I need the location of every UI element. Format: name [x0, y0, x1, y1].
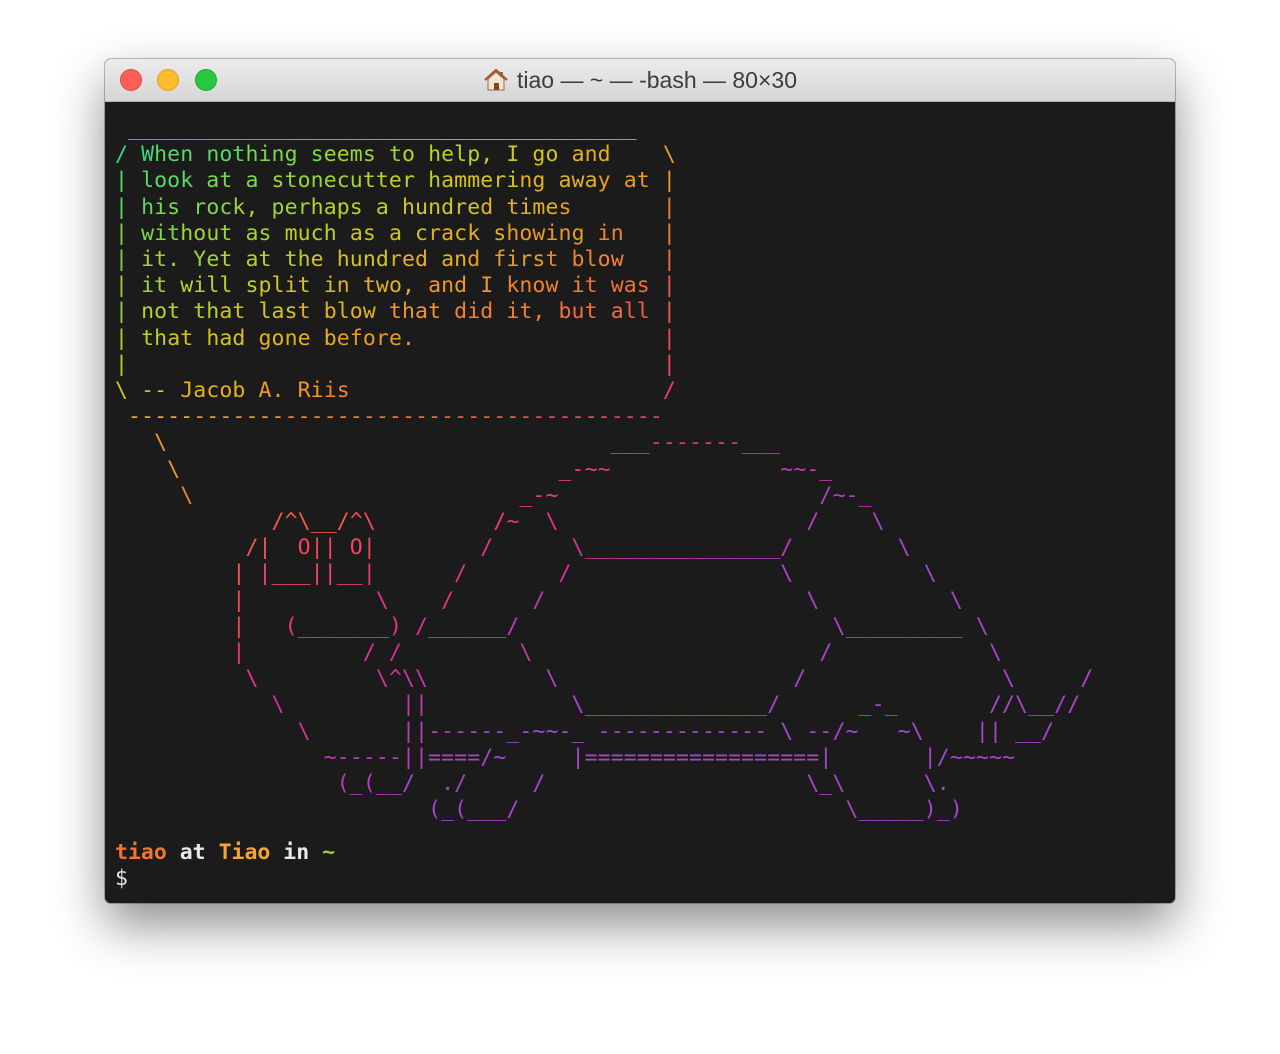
art-line: | look at a stonecutter hammering away a… [115, 168, 676, 194]
art-line: (_(___/ \_____)_) [336, 797, 963, 823]
art-line: \ ||------_-~~-_ ------------- \ --/~ ~\… [232, 718, 1055, 744]
art-line: | not that last blow that did it, but al… [115, 299, 676, 325]
art-line: | without as much as a crack showing in … [115, 220, 676, 246]
cowsay-output: _______________________________________ … [115, 116, 1093, 823]
prompt-in: in [270, 840, 323, 865]
art-line: | it. Yet at the hundred and first blow … [115, 247, 676, 273]
art-line: /| O|| O| / \_______________/ \ [219, 535, 911, 561]
terminal-window: tiao — ~ — -bash — 80×30 _______________… [105, 59, 1175, 903]
window-title-text: tiao — ~ — -bash — 80×30 [517, 66, 797, 93]
art-line: \ ___-------___ [154, 430, 781, 456]
window-title: tiao — ~ — -bash — 80×30 [105, 59, 1175, 101]
art-line: | | [115, 351, 676, 377]
art-line: | |___||__| / / \ \ [180, 561, 937, 587]
art-line: (_(__/ ./ / \_\ \. [310, 771, 950, 797]
art-line: | \ / / \ \ [206, 587, 963, 613]
art-line: / When nothing seems to help, I go and \ [115, 142, 676, 168]
art-line: | / / \ / \ [206, 640, 1003, 666]
home-icon [483, 68, 509, 92]
terminal-content[interactable]: _______________________________________ … [105, 102, 1175, 903]
art-line: | his rock, perhaps a hundred times | [115, 194, 676, 220]
art-line: ----------------------------------------… [115, 404, 663, 430]
art-line: _______________________________________ [115, 116, 637, 141]
prompt-at: at [166, 840, 219, 865]
shell-prompt: tiao at Tiao in ~ [115, 840, 335, 866]
art-line: \ -- Jacob A. Riis / [115, 378, 676, 404]
art-line: \ \^\\ \ / \ / [245, 666, 1094, 692]
art-line: | (_______) /______/ \_________ \ [167, 613, 989, 639]
art-line: \ _-~ /~-_ [141, 482, 872, 508]
prompt-host: Tiao [218, 840, 271, 865]
art-line: ~-----||====/~ |==================| |/~~… [271, 744, 1016, 770]
art-line: /^\__/^\ /~ \ / \ [258, 509, 885, 535]
art-line: \ || \______________/ _-_ //\__// [271, 692, 1081, 718]
art-line: | it will split in two, and I know it wa… [115, 273, 676, 299]
command-line[interactable]: $ [115, 866, 141, 892]
art-line: | that had gone before. | [115, 325, 676, 351]
prompt-dir: ~ [322, 840, 336, 865]
prompt-user: tiao [115, 840, 167, 865]
title-bar[interactable]: tiao — ~ — -bash — 80×30 [105, 59, 1175, 102]
art-line: \ _-~~ ~~-_ [115, 456, 833, 482]
